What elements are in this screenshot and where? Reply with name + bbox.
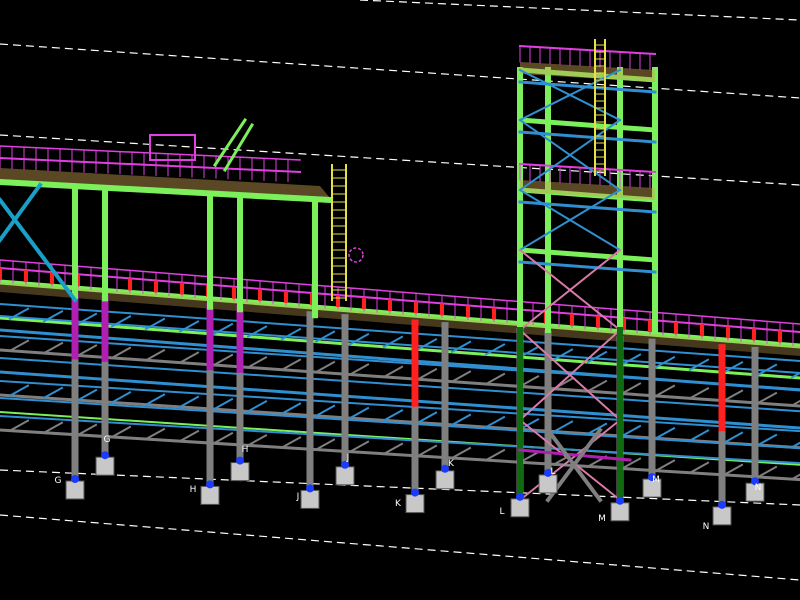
anchor-bolt bbox=[718, 500, 726, 509]
grid-label-upper: N bbox=[755, 483, 762, 493]
3d-structure-viewport[interactable]: GHJKLMNGHJKLMN bbox=[0, 0, 800, 600]
rack-red-item bbox=[492, 307, 496, 320]
rack-red-item bbox=[154, 280, 158, 293]
pedestal bbox=[538, 474, 558, 494]
grid-label-lower: N bbox=[703, 522, 710, 532]
rack-red-item bbox=[128, 278, 132, 291]
grid-label-upper: J bbox=[346, 453, 350, 463]
grid-label-lower: G bbox=[55, 476, 62, 486]
rack-red-item bbox=[648, 320, 652, 332]
grid-label-upper: H bbox=[242, 445, 249, 455]
pedestal bbox=[405, 494, 425, 514]
pedestal bbox=[200, 485, 220, 505]
rack-red-item bbox=[258, 288, 262, 301]
rack-red-item bbox=[570, 313, 574, 326]
anchor-bolt bbox=[101, 451, 109, 460]
grid-label-upper: L bbox=[550, 467, 555, 477]
grid-label-lower: H bbox=[190, 485, 197, 495]
rack-red-item bbox=[674, 322, 678, 335]
grid-label-lower: J bbox=[296, 492, 300, 502]
rack-red-item bbox=[0, 268, 2, 280]
anchor-bolt bbox=[71, 475, 79, 483]
anchor-bolt bbox=[411, 488, 419, 497]
rack-red-item bbox=[232, 286, 236, 299]
anchor-bolt bbox=[616, 496, 624, 505]
anchor-bolt bbox=[516, 492, 524, 501]
rack-red-item bbox=[180, 282, 184, 295]
rack-red-item bbox=[336, 295, 340, 308]
grid-label-upper: M bbox=[652, 475, 660, 485]
grid-label-lower: L bbox=[499, 507, 504, 517]
rack-red-item bbox=[752, 328, 756, 341]
pedestal bbox=[435, 470, 455, 490]
rack-red-item bbox=[388, 299, 392, 312]
pedestal bbox=[300, 489, 320, 509]
rack-red-item bbox=[726, 326, 730, 339]
anchor-bolt bbox=[236, 456, 244, 465]
rack-red-item bbox=[414, 301, 418, 314]
grid-label-lower: M bbox=[598, 514, 606, 524]
pedestal bbox=[65, 480, 85, 500]
rack-red-item bbox=[362, 297, 366, 310]
anchor-bolt bbox=[306, 484, 314, 493]
pedestal bbox=[712, 506, 732, 526]
rack-red-item bbox=[596, 315, 600, 328]
pedestal bbox=[610, 502, 630, 522]
pedestal bbox=[95, 456, 115, 476]
rack-red-item bbox=[778, 330, 782, 343]
rack-red-item bbox=[284, 290, 288, 303]
rack-red-item bbox=[700, 324, 704, 337]
rack-red-item bbox=[24, 270, 28, 283]
pedestal bbox=[510, 498, 530, 518]
rack-red-item bbox=[466, 305, 470, 318]
grid-label-upper: G bbox=[104, 435, 111, 445]
rack-red-item bbox=[440, 303, 444, 316]
anchor-bolt bbox=[206, 480, 214, 489]
pedestal bbox=[230, 462, 250, 482]
pedestal bbox=[335, 466, 355, 486]
